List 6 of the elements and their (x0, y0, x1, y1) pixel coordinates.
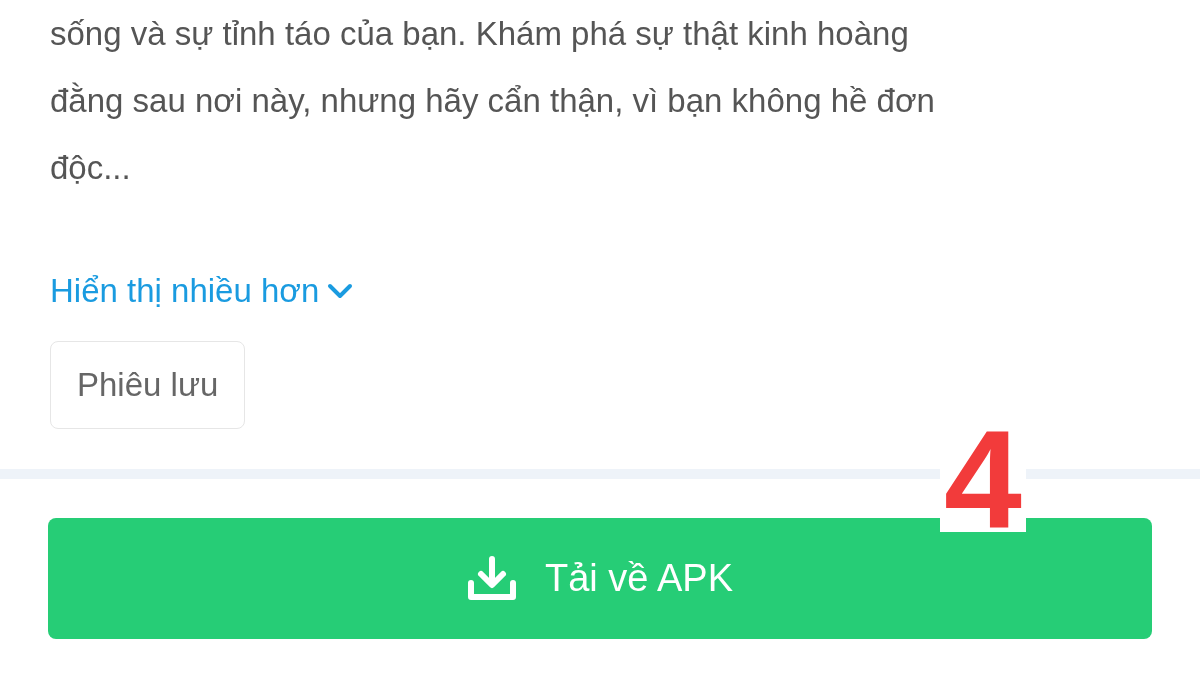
step-number: 4 (940, 428, 1026, 532)
download-icon (467, 555, 517, 602)
description-text: sống và sự tỉnh táo của bạn. Khám phá sự thật kinh hoàng đằng sau nơi này, nhưng hãy cẩn thận, vì bạn không hề đơn độc... (50, 14, 935, 188)
show-more-link[interactable]: Hiển thị nhiều hơn (50, 269, 354, 313)
genre-tag[interactable]: Phiêu lưu (50, 341, 246, 429)
chevron-icon (327, 283, 354, 299)
